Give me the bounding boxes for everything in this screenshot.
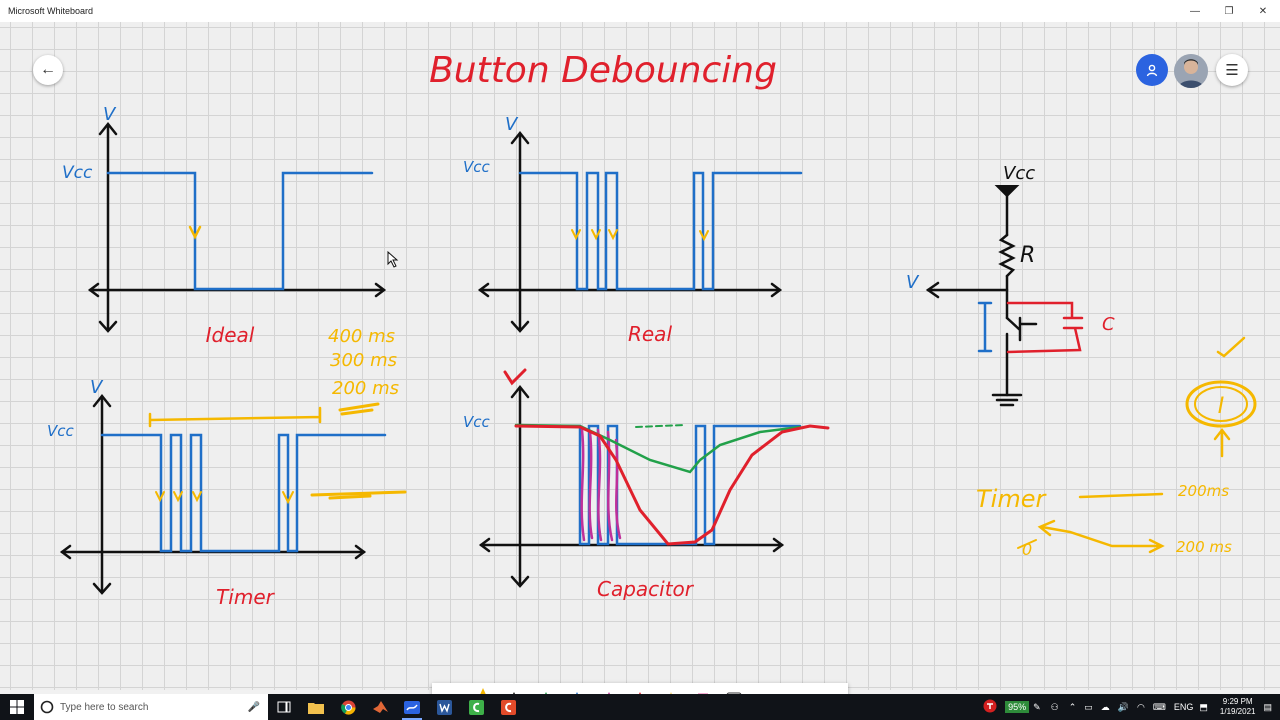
person-icon: [1146, 64, 1158, 77]
notification-icon[interactable]: ▤: [1263, 702, 1272, 713]
ideal-diagram: [87, 121, 387, 333]
word-icon: [436, 699, 452, 715]
keyboard-icon[interactable]: ⌨: [1153, 702, 1166, 713]
circuit-schematic: [925, 185, 1084, 407]
back-button[interactable]: ←: [33, 55, 63, 85]
matlab-icon: [372, 701, 388, 713]
system-tray: 95% ✎ ⚇ ⌃ ▭ ☁ 🔊 ◠ ⌨ ENG ⬒ 9:29 PM 1/19/2…: [983, 694, 1280, 720]
menu-button[interactable]: ☰: [1216, 54, 1248, 86]
timer-y-label: V: [90, 377, 104, 398]
battery-badge[interactable]: 95%: [1005, 701, 1030, 713]
window-title-bar: Microsoft Whiteboard — ❐ ✕: [0, 0, 1280, 23]
timer-span: [148, 406, 322, 428]
chevron-up-icon[interactable]: ⌃: [1069, 702, 1077, 713]
taskbar-matlab[interactable]: [364, 694, 396, 720]
clock-time: 9:29 PM: [1222, 697, 1253, 706]
cortana-circle-icon: [40, 700, 54, 714]
language-indicator[interactable]: ENG: [1174, 702, 1194, 712]
whiteboard-canvas[interactable]: Button Debouncing V Vcc Ideal V Vcc Real: [0, 22, 1280, 717]
avatar[interactable]: [1174, 54, 1208, 88]
task-view-button[interactable]: [268, 694, 300, 720]
task-view-icon: [277, 701, 291, 713]
timer-note-400: 400 ms: [328, 326, 395, 347]
windows-logo-icon: [10, 700, 24, 714]
real-vcc-label: Vcc: [463, 158, 491, 176]
capacitor-vcc-label: Vcc: [463, 413, 491, 431]
pen-tray-icon[interactable]: ✎: [1033, 702, 1041, 713]
timer-note-200: 200 ms: [332, 378, 399, 399]
board-title: Button Debouncing: [429, 50, 777, 91]
circuit-resistor-label: R: [1020, 243, 1035, 268]
wifi-icon[interactable]: ◠: [1137, 702, 1145, 713]
taskbar-search[interactable]: Type here to search 🎤: [34, 694, 268, 720]
resistor: [998, 233, 1016, 278]
app-tray-icon[interactable]: [983, 699, 997, 715]
user-avatar-icon: [1174, 54, 1208, 88]
folder-icon: [308, 702, 324, 714]
microphone-icon[interactable]: 🎤: [248, 702, 260, 713]
mouse-cursor-icon: [387, 250, 399, 268]
real-caption: Real: [628, 322, 672, 346]
ideal-signal: [106, 171, 374, 291]
ink-layer: Button Debouncing V Vcc Ideal V Vcc Real: [47, 50, 1257, 609]
taskbar-chrome[interactable]: [332, 694, 364, 720]
timer-note-300: 300 ms: [330, 350, 397, 371]
bottom-note-value: 200 ms: [1176, 538, 1232, 556]
ideal-caption: Ideal: [206, 323, 255, 347]
whiteboard-icon: [404, 700, 420, 714]
taskbar-word[interactable]: [428, 694, 460, 720]
real-y-label: V: [505, 114, 519, 135]
timer-diagram: [59, 393, 407, 595]
green-curve: [514, 423, 802, 474]
invite-button[interactable]: [1136, 54, 1168, 86]
taskbar-whiteboard[interactable]: [396, 694, 428, 720]
minimize-button[interactable]: —: [1178, 0, 1212, 22]
battery-icon[interactable]: ▭: [1084, 702, 1093, 713]
people-icon[interactable]: ⚇: [1051, 702, 1059, 713]
camtasia-red-icon: [500, 699, 516, 715]
taskbar: Type here to search 🎤 95% ✎ ⚇ ⌃ ▭ ☁ 🔊 ◠ …: [0, 694, 1280, 720]
onedrive-icon[interactable]: ☁: [1101, 702, 1110, 713]
switch: [1005, 316, 1038, 342]
clock[interactable]: 9:29 PM 1/19/2021: [1220, 697, 1256, 717]
red-curve: [514, 424, 830, 546]
arrow-left-icon: ←: [40, 61, 56, 78]
network-icon[interactable]: ⬒: [1199, 702, 1208, 713]
search-placeholder: Type here to search: [60, 701, 149, 713]
circuit-capacitor-label: C: [1102, 314, 1115, 335]
bounce-ink: [580, 428, 622, 542]
volume-icon[interactable]: 🔊: [1118, 702, 1129, 713]
capacitor-diagram: [478, 368, 830, 588]
window-title: Microsoft Whiteboard: [8, 6, 94, 16]
taskbar-file-explorer[interactable]: [300, 694, 332, 720]
timer-note-label: Timer: [976, 485, 1047, 513]
timer-vcc-label: Vcc: [47, 422, 75, 440]
taskbar-camtasia-red[interactable]: [492, 694, 524, 720]
ideal-vcc-label: Vcc: [62, 163, 93, 183]
capacitor-signal: [518, 424, 802, 546]
taskbar-camtasia-green[interactable]: [460, 694, 492, 720]
camtasia-green-icon: [468, 699, 484, 715]
close-button[interactable]: ✕: [1246, 0, 1280, 22]
ideal-y-label: V: [103, 104, 117, 125]
restore-button[interactable]: ❐: [1212, 0, 1246, 22]
clock-date: 1/19/2021: [1219, 707, 1256, 716]
hamburger-menu-icon: ☰: [1225, 62, 1239, 79]
chrome-icon: [340, 700, 356, 715]
start-button[interactable]: [0, 694, 34, 720]
real-signal: [518, 171, 803, 291]
capacitor-caption: Capacitor: [597, 577, 695, 601]
timer-caption: Timer: [216, 585, 276, 609]
interrupt-notes: [1017, 336, 1257, 554]
real-diagram: [477, 130, 803, 333]
timer-note-value: 200ms: [1178, 482, 1229, 500]
zero-note: 0: [1022, 540, 1032, 559]
interrupt-label: I: [1218, 394, 1225, 419]
ground: [991, 393, 1023, 407]
circuit-out-label: V: [906, 272, 920, 293]
circuit-vcc-label: Vcc: [1003, 163, 1035, 184]
